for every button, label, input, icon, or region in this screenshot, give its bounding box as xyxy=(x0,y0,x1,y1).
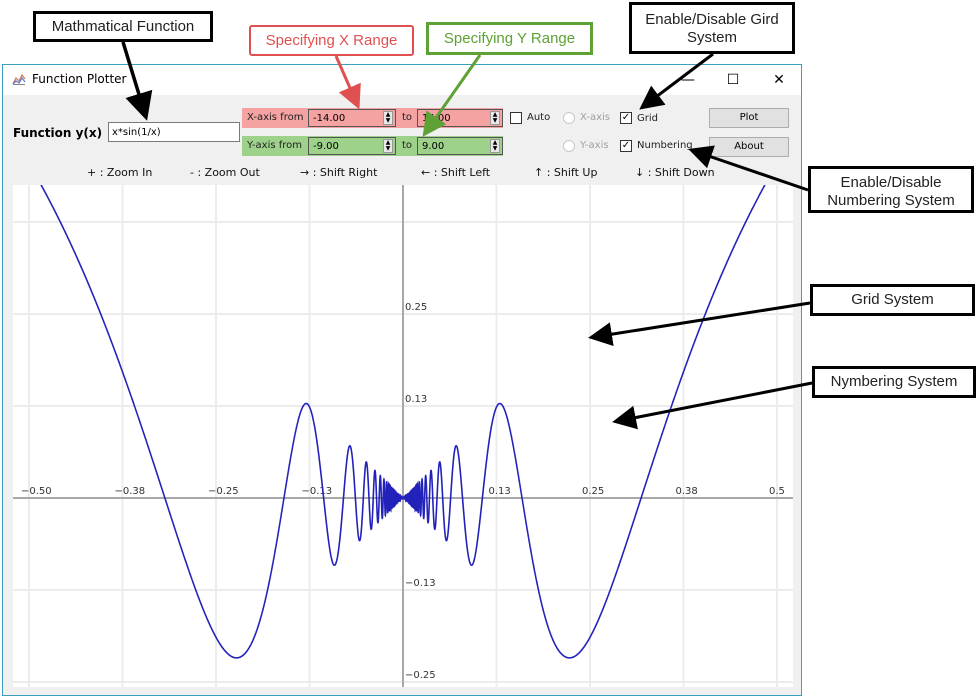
annotation-text: System xyxy=(686,29,737,46)
y-tick-label: −0.13 xyxy=(405,578,436,589)
hint-shift-left: ← : Shift Left xyxy=(421,166,491,179)
x-to-label: to xyxy=(402,112,413,123)
annotation-text: Enable/Disable xyxy=(840,174,942,191)
x-tick-label: −0.13 xyxy=(302,486,333,497)
grid-label: Grid xyxy=(637,113,658,124)
annotation-text: Grid System xyxy=(851,291,934,308)
annotation-y-range: Specifying Y Range xyxy=(426,22,593,55)
hint-zoom-in: + : Zoom In xyxy=(87,166,153,179)
annotation-text: Specifying X Range xyxy=(265,32,398,49)
annotation-numbering-system: Nymbering System xyxy=(812,366,976,398)
hint-zoom-out: - : Zoom Out xyxy=(190,166,260,179)
hint-shift-down: ↓ : Shift Down xyxy=(635,166,715,179)
y-axis-radio-label: Y-axis xyxy=(580,140,609,151)
hint-shift-right: → : Shift Right xyxy=(300,166,378,179)
plot-button[interactable]: Plot xyxy=(709,108,789,128)
y-to-value: 9.00 xyxy=(422,141,445,152)
function-input[interactable] xyxy=(108,122,240,142)
y-tick-label: 0.25 xyxy=(405,302,427,313)
annotation-math-function: Mathmatical Function xyxy=(33,11,213,42)
numbering-checkbox[interactable]: ✓ xyxy=(620,140,632,152)
y-to-spinbox[interactable]: 9.00 ▲ ▼ xyxy=(417,137,503,155)
function-plot: −0.50 −0.38 −0.25 −0.13 0.13 0.25 0.38 0.5 0.25 0… xyxy=(13,138,793,687)
x-axis-radio[interactable] xyxy=(563,112,575,124)
y-axis-radio[interactable] xyxy=(563,140,575,152)
annotation-text: Specifying Y Range xyxy=(443,30,576,47)
x-axis-radio-label: X-axis xyxy=(580,112,610,123)
spin-arrows-icon[interactable]: ▲ ▼ xyxy=(490,139,500,153)
x-tick-label: 0.38 xyxy=(676,486,698,497)
y-tick-label: −0.25 xyxy=(405,670,436,681)
spin-arrows-icon[interactable]: ▲ ▼ xyxy=(383,111,393,125)
annotation-x-range: Specifying X Range xyxy=(249,25,414,56)
close-button[interactable]: ✕ xyxy=(756,65,802,95)
y-tick-label: 0.13 xyxy=(405,394,427,405)
x-to-spinbox[interactable]: 14.00 ▲ ▼ xyxy=(417,109,503,127)
annotation-text: Mathmatical Function xyxy=(51,18,195,35)
x-tick-label: −0.25 xyxy=(208,486,239,497)
annotation-text: Enable/Disable Gird xyxy=(645,11,779,28)
x-axis-from-label: X-axis from xyxy=(247,112,304,123)
x-range-row: X-axis from -14.00 ▲ ▼ to 14.00 ▲ ▼ xyxy=(242,108,503,128)
y-to-label: to xyxy=(402,140,413,151)
app-window: Function Plotter — ☐ ✕ Function y(x) X-a… xyxy=(2,64,802,696)
annotation-grid-system: Grid System xyxy=(810,284,975,316)
x-tick-label: 0.5 xyxy=(769,486,785,497)
annotation-text: Numbering System xyxy=(827,192,955,209)
title-bar: Function Plotter — ☐ ✕ xyxy=(3,65,801,95)
annotation-numbering-toggle: Enable/Disable Numbering System xyxy=(808,166,974,213)
y-range-row: Y-axis from -9.00 ▲ ▼ to 9.00 ▲ ▼ xyxy=(242,136,503,156)
maximize-button[interactable]: ☐ xyxy=(710,65,756,95)
x-tick-label: −0.38 xyxy=(115,486,146,497)
app-chart-icon xyxy=(12,73,26,85)
function-label: Function y(x) xyxy=(13,126,103,140)
annotation-grid-toggle: Enable/Disable Gird System xyxy=(629,2,795,54)
x-to-value: 14.00 xyxy=(422,113,451,124)
auto-checkbox[interactable] xyxy=(510,112,522,124)
x-from-spinbox[interactable]: -14.00 ▲ ▼ xyxy=(308,109,396,127)
hint-shift-up: ↑ : Shift Up xyxy=(534,166,598,179)
auto-label: Auto xyxy=(527,112,551,123)
annotation-text: Nymbering System xyxy=(830,373,958,390)
y-from-spinbox[interactable]: -9.00 ▲ ▼ xyxy=(308,137,396,155)
x-tick-label: 0.25 xyxy=(582,486,604,497)
spin-arrows-icon[interactable]: ▲ ▼ xyxy=(490,111,500,125)
y-axis-from-label: Y-axis from xyxy=(247,140,303,151)
x-from-value: -14.00 xyxy=(313,113,346,124)
about-button[interactable]: About xyxy=(709,137,789,157)
x-tick-label: −0.50 xyxy=(21,486,52,497)
x-tick-label: 0.13 xyxy=(489,486,511,497)
numbering-label: Numbering xyxy=(637,140,693,151)
minimize-button[interactable]: — xyxy=(665,65,711,95)
y-from-value: -9.00 xyxy=(313,141,339,152)
plot-canvas[interactable]: −0.50 −0.38 −0.25 −0.13 0.13 0.25 0.38 0.5 0.25 0… xyxy=(13,138,793,687)
grid-checkbox[interactable]: ✓ xyxy=(620,112,632,124)
spin-arrows-icon[interactable]: ▲ ▼ xyxy=(383,139,393,153)
window-title: Function Plotter xyxy=(32,72,127,86)
